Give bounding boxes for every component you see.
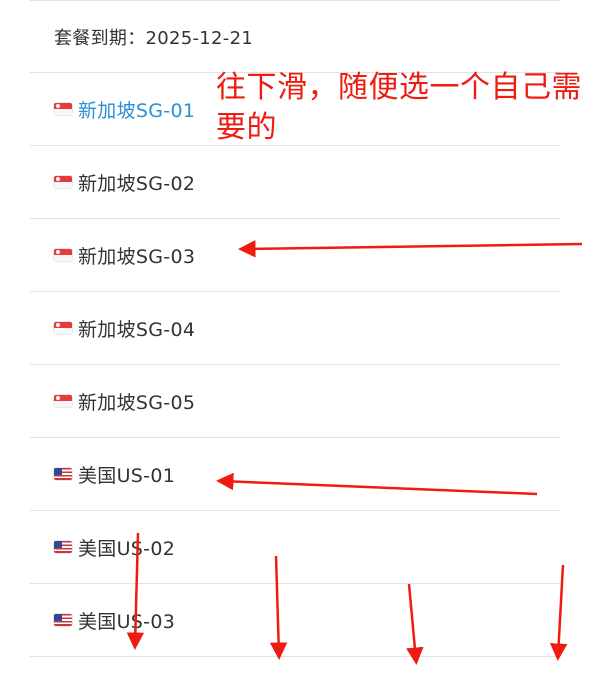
server-name: 新加坡SG-04	[78, 318, 196, 341]
server-name: 美国US-01	[78, 464, 176, 487]
server-name: 新加坡SG-05	[78, 391, 196, 414]
sg-flag-icon	[54, 395, 72, 407]
annotation-text: 往下滑，随便选一个自己需要的	[216, 70, 582, 145]
us-flag-icon	[54, 541, 72, 553]
server-name: 新加坡SG-01	[78, 99, 196, 122]
plan-expiry-row: 套餐到期：2025-12-21	[30, 0, 560, 73]
server-name: 美国US-02	[78, 537, 176, 560]
server-item-us-02[interactable]: 美国US-02	[30, 511, 560, 584]
sg-flag-icon	[54, 103, 72, 115]
us-flag-icon	[54, 468, 72, 480]
server-item-sg-05[interactable]: 新加坡SG-05	[30, 365, 560, 438]
us-flag-icon	[54, 614, 72, 626]
sg-flag-icon	[54, 322, 72, 334]
server-name: 美国US-03	[78, 610, 176, 633]
server-item-us-01[interactable]: 美国US-01	[30, 438, 560, 511]
server-item-sg-04[interactable]: 新加坡SG-04	[30, 292, 560, 365]
sg-flag-icon	[54, 176, 72, 188]
server-name: 新加坡SG-03	[78, 245, 196, 268]
server-item-sg-02[interactable]: 新加坡SG-02	[30, 146, 560, 219]
server-item-us-03[interactable]: 美国US-03	[30, 584, 560, 657]
plan-expiry-text: 套餐到期：2025-12-21	[54, 27, 254, 49]
server-item-sg-03[interactable]: 新加坡SG-03	[30, 219, 560, 292]
sg-flag-icon	[54, 249, 72, 261]
server-name: 新加坡SG-02	[78, 172, 196, 195]
